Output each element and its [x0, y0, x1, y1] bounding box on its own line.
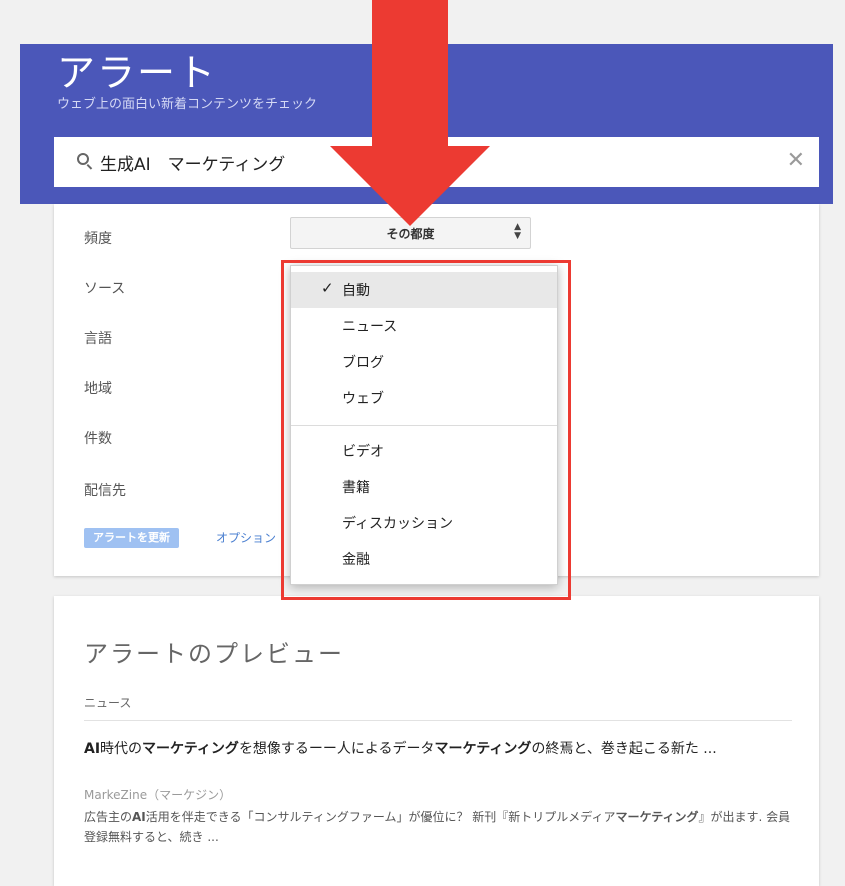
article-snippet-part: AI — [132, 810, 146, 824]
article-source: MarkeZine（マーケジン） — [84, 788, 232, 802]
article-title-part: AI — [84, 741, 101, 757]
down-arrow-icon — [330, 0, 490, 226]
alert-preview-card: アラートのプレビュー ニュース AI時代のマーケティングを想像するーー人によるデ… — [54, 596, 819, 886]
search-icon — [77, 153, 89, 165]
news-section-label: ニュース — [84, 696, 132, 710]
article-title-part: マーケティング — [142, 741, 239, 757]
region-label: 地域 — [84, 381, 112, 397]
update-alert-button[interactable]: アラートを更新 — [84, 528, 179, 548]
article-snippet-part: 活用を伴走できる「コンサルティングファーム」が優位に？ 新刊『新トリプルメディア — [145, 810, 616, 824]
frequency-label: 頻度 — [84, 231, 112, 247]
deliver-to-label: 配信先 — [84, 483, 126, 499]
app-subtitle: ウェブ上の面白い新着コンテンツをチェック — [57, 97, 318, 112]
section-divider — [84, 720, 792, 721]
article-snippet: 広告主のAI活用を伴走できる「コンサルティングファーム」が優位に？ 新刊『新トリ… — [84, 807, 796, 847]
article-title-part: 時代の — [100, 741, 143, 757]
language-label: 言語 — [84, 331, 112, 347]
up-down-arrows-icon: ▲ ▼ — [514, 222, 521, 241]
count-label: 件数 — [84, 431, 112, 447]
article-snippet-part: 広告主の — [84, 810, 133, 824]
source-label: ソース — [84, 281, 126, 297]
preview-title: アラートのプレビュー — [84, 640, 344, 668]
article-title-part: マーケティング — [434, 741, 532, 757]
options-link[interactable]: オプション — [216, 529, 276, 546]
article-title[interactable]: AI時代のマーケティングを想像するーー人によるデータマーケティングの終焉と、巻き… — [84, 738, 796, 760]
app-title: アラート — [57, 51, 218, 95]
article-title-part: の終焉と、巻き起こる新た ... — [531, 741, 717, 757]
close-icon[interactable]: ✕ — [787, 150, 805, 172]
article-title-part: を想像するーー人によるデータ — [238, 741, 435, 757]
highlight-box — [281, 260, 571, 600]
frequency-value: その都度 — [386, 227, 435, 241]
article-snippet-part: マーケティング — [615, 810, 699, 824]
